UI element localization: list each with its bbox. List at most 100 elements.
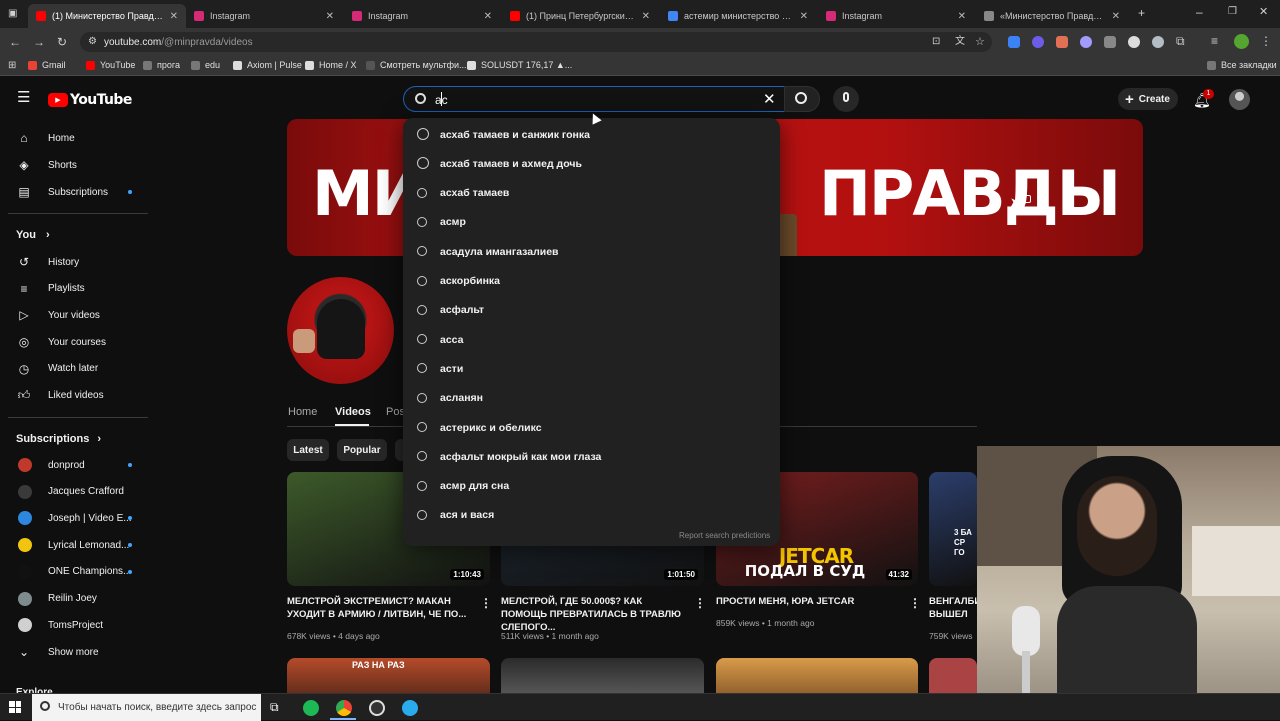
search-suggestion[interactable]: асфальт мокрый как мои глаза xyxy=(403,442,780,471)
forward-icon[interactable]: → xyxy=(33,36,45,48)
sidebar-item-watch-later[interactable]: ◷ Watch later xyxy=(0,356,150,382)
close-tab-icon[interactable]: ✕ xyxy=(1112,11,1120,22)
video-title[interactable]: МЕЛСТРОЙ, ГДЕ 50.000$? КАК ПОМОЩЬ ПРЕВРА… xyxy=(501,595,686,634)
video-title[interactable]: ПРОСТИ МЕНЯ, ЮРА JETCAR xyxy=(716,595,901,608)
show-more-button[interactable]: ⌄ Show more xyxy=(0,639,150,665)
instagram-icon[interactable] xyxy=(1023,195,1031,203)
channel-avatar[interactable] xyxy=(287,277,394,384)
sidebar-subscriptions-header[interactable]: Subscriptions › xyxy=(16,433,101,445)
extension-icon[interactable] xyxy=(1032,36,1044,48)
telegram-icon[interactable]: ➤ xyxy=(1010,195,1020,209)
video-thumbnail[interactable] xyxy=(929,658,977,698)
chip-popular[interactable]: Popular xyxy=(337,439,387,461)
bookmark-item[interactable]: edu xyxy=(191,60,220,70)
extension-icon[interactable] xyxy=(1152,36,1164,48)
chrome-icon[interactable] xyxy=(336,700,352,716)
sidebar-item-playlists[interactable]: ≡ Playlists xyxy=(0,276,150,302)
sidebar-item-your-videos[interactable]: ▷ Your videos xyxy=(0,302,150,328)
sidebar-you-header[interactable]: You › xyxy=(16,229,50,241)
tab-overview-icon[interactable]: ▣ xyxy=(8,8,17,20)
address-bar[interactable]: ⚙ youtube.com/@minpravda/videos xyxy=(80,32,992,52)
search-suggestion[interactable]: астерикс и обеликс xyxy=(403,413,780,442)
search-suggestion[interactable]: асхаб тамаев xyxy=(403,179,780,208)
maximize-button[interactable]: ❐ xyxy=(1228,6,1237,18)
close-tab-icon[interactable]: ✕ xyxy=(800,11,808,22)
extension-icon[interactable] xyxy=(1056,36,1068,48)
sidebar-item-shorts[interactable]: ◈ Shorts xyxy=(0,152,150,178)
close-tab-icon[interactable]: ✕ xyxy=(326,11,334,22)
install-app-icon[interactable]: ⊡ xyxy=(932,36,940,48)
task-view-icon[interactable]: ⧉ xyxy=(270,700,279,715)
bookmark-item[interactable]: Home / X xyxy=(305,60,357,70)
youtube-logo[interactable]: ▶ YouTube xyxy=(48,92,132,108)
apps-grid-icon[interactable]: ⊞ xyxy=(8,60,16,72)
new-tab-button[interactable]: + xyxy=(1138,7,1145,19)
minimize-button[interactable]: – xyxy=(1196,6,1203,18)
close-tab-icon[interactable]: ✕ xyxy=(958,11,966,22)
create-button[interactable]: + Create xyxy=(1118,88,1178,110)
voice-search-button[interactable] xyxy=(833,86,859,112)
search-suggestion[interactable]: асса xyxy=(403,325,780,354)
clear-search-icon[interactable]: ✕ xyxy=(763,90,776,108)
hamburger-menu-icon[interactable]: ☰ xyxy=(17,90,30,105)
reading-list-icon[interactable]: ≡ xyxy=(1211,35,1218,47)
extension-icon[interactable] xyxy=(1104,36,1116,48)
browser-tab[interactable]: (1) Министерство Правды - Yo ✕ xyxy=(28,4,186,28)
search-suggestion[interactable]: ася и вася xyxy=(403,501,780,530)
browser-tab[interactable]: Instagram ✕ xyxy=(344,4,500,28)
tab-home[interactable]: Home xyxy=(288,406,317,418)
extensions-puzzle-icon[interactable]: ⧉ xyxy=(1176,35,1185,47)
bookmark-item[interactable]: YouTube xyxy=(86,60,135,70)
translate-icon[interactable]: 文 xyxy=(955,36,965,48)
subscription-item[interactable]: Joseph | Video E... xyxy=(0,505,150,531)
browser-tab[interactable]: «Министерство Правды» вып ✕ xyxy=(976,4,1128,28)
browser-tab[interactable]: астемир министерство правд ✕ xyxy=(660,4,816,28)
spotify-icon[interactable] xyxy=(303,700,319,716)
search-suggestion[interactable]: асмр для сна xyxy=(403,472,780,501)
extension-icon[interactable] xyxy=(1008,36,1020,48)
bookmark-item[interactable]: Смотреть мультфи... xyxy=(366,60,467,70)
sidebar-item-subscriptions[interactable]: ▤ Subscriptions xyxy=(0,179,150,205)
sidebar-item-history[interactable]: ↺ History xyxy=(0,249,150,275)
close-tab-icon[interactable]: ✕ xyxy=(170,11,178,22)
search-suggestion[interactable]: аскорбинка xyxy=(403,267,780,296)
video-options-icon[interactable]: ⋮ xyxy=(909,596,921,610)
windows-start-icon[interactable] xyxy=(9,701,21,713)
browser-tab[interactable]: (1) Принц Петербургский - Yo ✕ xyxy=(502,4,658,28)
extension-icon[interactable] xyxy=(1128,36,1140,48)
tab-videos[interactable]: Videos xyxy=(335,406,371,418)
subscription-item[interactable]: Lyrical Lemonad... xyxy=(0,532,150,558)
browser-tab[interactable]: Instagram ✕ xyxy=(186,4,342,28)
bookmark-star-icon[interactable]: ☆ xyxy=(975,36,985,48)
subscription-item[interactable]: TomsProject xyxy=(0,612,150,638)
bookmark-item[interactable]: SOLUSDT 176,17 ▲... xyxy=(467,60,572,70)
search-suggestion[interactable]: асфальт xyxy=(403,296,780,325)
subscription-item[interactable]: Jacques Crafford xyxy=(0,479,150,505)
subscription-item[interactable]: ONE Champions... xyxy=(0,559,150,585)
bookmark-item[interactable]: Gmail xyxy=(28,60,66,70)
telegram-icon[interactable] xyxy=(402,700,418,716)
close-tab-icon[interactable]: ✕ xyxy=(484,11,492,22)
bookmark-item[interactable]: прога xyxy=(143,60,180,70)
video-options-icon[interactable]: ⋮ xyxy=(694,596,706,610)
search-suggestion[interactable]: асмр xyxy=(403,208,780,237)
chip-latest[interactable]: Latest xyxy=(287,439,329,461)
taskbar-search[interactable]: Чтобы начать поиск, введите здесь запрос xyxy=(32,694,261,721)
site-info-icon[interactable]: ⚙ xyxy=(88,36,97,48)
subscription-item[interactable]: donprod xyxy=(0,452,150,478)
browser-menu-icon[interactable]: ⋮ xyxy=(1260,35,1272,47)
search-button[interactable] xyxy=(784,86,820,112)
video-thumbnail[interactable] xyxy=(716,658,918,698)
profile-avatar[interactable] xyxy=(1234,34,1249,49)
close-tab-icon[interactable]: ✕ xyxy=(642,11,650,22)
subscription-item[interactable]: Reilin Joey xyxy=(0,586,150,612)
reload-icon[interactable]: ↻ xyxy=(57,36,67,48)
search-suggestion[interactable]: асланян xyxy=(403,384,780,413)
sidebar-item-liked-videos[interactable]: 👍︎ Liked videos xyxy=(0,383,150,409)
extension-icon[interactable] xyxy=(1080,36,1092,48)
all-bookmarks-button[interactable]: Все закладки xyxy=(1207,60,1277,70)
search-box[interactable]: ас ✕ xyxy=(403,86,785,112)
browser-tab[interactable]: Instagram ✕ xyxy=(818,4,974,28)
bookmark-item[interactable]: Axiom | Pulse xyxy=(233,60,302,70)
obs-icon[interactable] xyxy=(369,700,385,716)
